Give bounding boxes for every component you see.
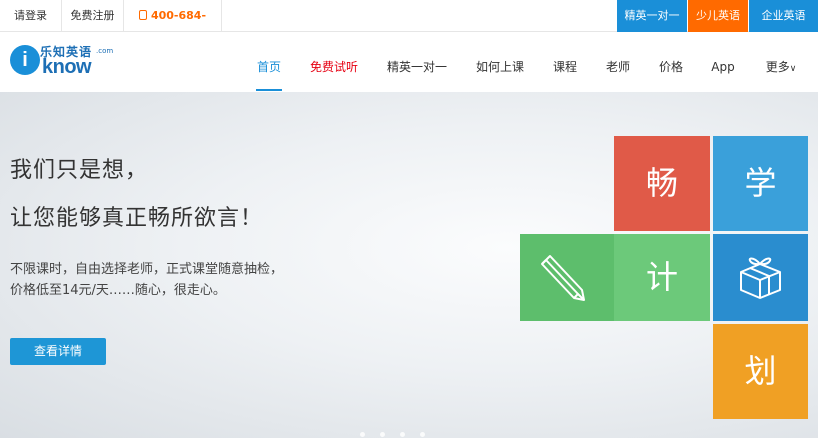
nav-app[interactable]: App xyxy=(710,32,736,92)
nav-teachers[interactable]: 老师 xyxy=(605,32,631,92)
login-link[interactable]: 请登录 xyxy=(0,0,62,31)
hero-desc-1: 不限课时，自由选择老师，正式课堂随意抽检， xyxy=(10,262,284,277)
register-link[interactable]: 免费注册 xyxy=(62,0,124,31)
nav-how-to-class[interactable]: 如何上课 xyxy=(475,32,525,92)
elite-one-on-one-button[interactable]: 精英一对一 xyxy=(617,0,687,32)
tile-hua: 划 xyxy=(713,324,808,419)
nav-courses[interactable]: 课程 xyxy=(552,32,578,92)
tile-ji: 计 xyxy=(614,234,710,321)
nav-free-trial[interactable]: 免费试听 xyxy=(309,32,359,92)
carousel-dots xyxy=(360,432,450,438)
pencil-icon xyxy=(541,255,585,301)
nav-more[interactable]: 更多∨ xyxy=(763,32,799,92)
nav-price[interactable]: 价格 xyxy=(658,32,684,92)
tile-chang: 畅 xyxy=(614,136,710,231)
nav-elite[interactable]: 精英一对一 xyxy=(386,32,448,92)
tile-gift xyxy=(713,234,808,321)
logo-domain-text: .com xyxy=(96,47,114,55)
top-bar: 请登录 免费注册 400-684-6688 精英一对一 少儿英语 企业英语 xyxy=(0,0,818,53)
carousel-dot[interactable] xyxy=(420,432,425,437)
active-underline xyxy=(256,89,282,91)
nav-more-label: 更多 xyxy=(765,60,790,74)
nav-home[interactable]: 首页 xyxy=(256,32,282,92)
nav-home-label: 首页 xyxy=(256,60,281,74)
logo-mark: i xyxy=(10,45,40,75)
carousel-dot[interactable] xyxy=(400,432,405,437)
business-english-button[interactable]: 企业英语 xyxy=(749,0,818,32)
tile-pencil xyxy=(520,234,614,321)
logo-en-text: know xyxy=(42,56,92,78)
phone-icon xyxy=(138,10,147,20)
hero-headline-1: 我们只是想， xyxy=(10,158,149,183)
hero-headline-2: 让您能够真正畅所欲言！ xyxy=(10,206,264,231)
kids-english-button[interactable]: 少儿英语 xyxy=(688,0,748,32)
view-details-button[interactable]: 查看详情 xyxy=(10,338,106,365)
gift-icon xyxy=(740,257,781,299)
phone-number: 400-684-6688 xyxy=(124,0,222,53)
main-nav: i 乐知英语 .com know 首页 免费试听 精英一对一 如何上课 课程 老… xyxy=(0,32,818,92)
hero-desc-2: 价格低至14元/天……随心，很走心。 xyxy=(10,283,226,298)
logo[interactable]: i 乐知英语 .com know xyxy=(10,43,114,79)
chevron-down-icon: ∨ xyxy=(789,64,797,74)
hero-banner: 我们只是想， 让您能够真正畅所欲言！ 不限课时，自由选择老师，正式课堂随意抽检，… xyxy=(0,92,818,438)
tile-xue: 学 xyxy=(713,136,808,231)
carousel-dot[interactable] xyxy=(360,432,365,437)
carousel-dot[interactable] xyxy=(380,432,385,437)
